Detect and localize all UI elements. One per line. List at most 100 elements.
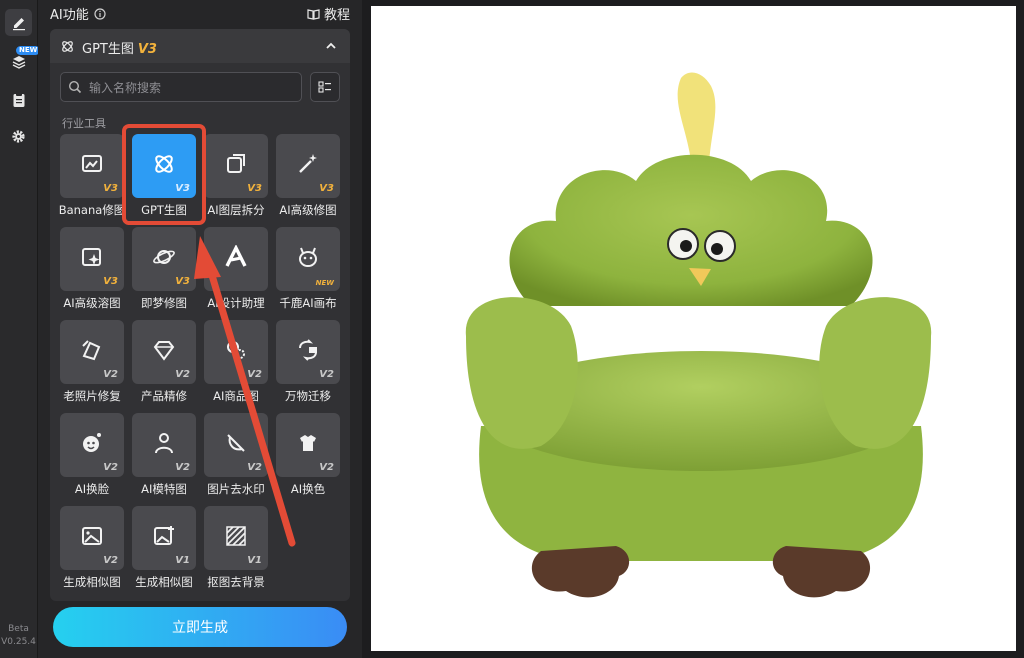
tool-version-badge: V2	[103, 555, 118, 566]
info-icon[interactable]	[94, 7, 106, 20]
tool-tile[interactable]: V2 AI换脸	[60, 413, 132, 505]
tool-label: 千鹿AI画布	[279, 296, 337, 310]
deer-icon	[299, 247, 317, 267]
settings-button[interactable]	[5, 123, 32, 150]
image-sparkle-icon	[82, 248, 101, 266]
chevron-up-icon[interactable]	[326, 42, 336, 49]
ai-function-panel: AI功能 教程 GPT生图V3 行业工具 V3Banana修图V3GPT生图V3…	[38, 0, 362, 658]
tool-icon-box[interactable]: V3	[204, 134, 268, 198]
tool-tile[interactable]: V3 AI高级修图	[276, 134, 348, 226]
layers-icon	[12, 55, 25, 69]
diamond-icon	[153, 341, 175, 361]
tool-label: AI图层拆分	[207, 203, 265, 217]
similar-image-icon	[82, 527, 102, 545]
tool-label: 生成相似图	[135, 575, 193, 589]
tool-tile[interactable]: V2 生成相似图	[60, 506, 132, 598]
tool-tile[interactable]: V2 AI商品图	[204, 320, 276, 412]
tool-label: AI设计助理	[207, 296, 265, 310]
panel-header: AI功能	[50, 4, 106, 23]
tool-icon-box[interactable]: V2	[60, 506, 124, 570]
tool-icon-box[interactable]: V1	[132, 506, 196, 570]
tool-tile[interactable]: V3 AI高级溶图	[60, 227, 132, 319]
list-icon	[318, 81, 331, 93]
tool-version-badge: V2	[247, 369, 262, 380]
tool-icon-box[interactable]: NEW	[276, 227, 340, 291]
remove-bg-icon	[226, 526, 246, 546]
tool-version-badge: V2	[175, 369, 190, 380]
tool-icon-box[interactable]: V2	[60, 413, 124, 477]
image-canvas[interactable]	[371, 6, 1016, 651]
pencil-icon	[12, 17, 25, 30]
section-header[interactable]: GPT生图 V3	[50, 29, 350, 63]
tool-icon-box[interactable]: V2	[132, 413, 196, 477]
tool-tile[interactable]: V3 即梦修图	[132, 227, 204, 319]
tool-version-badge: V2	[103, 462, 118, 473]
book-icon	[307, 8, 320, 20]
tool-icon-box[interactable]: V2	[132, 320, 196, 384]
layer-split-icon	[227, 154, 245, 173]
tool-icon-box[interactable]	[204, 227, 268, 291]
tool-tile[interactable]: V2 图片去水印	[204, 413, 276, 505]
face-swap-icon	[83, 433, 101, 452]
tool-label: AI商品图	[213, 389, 259, 403]
tool-label: AI高级修图	[279, 203, 337, 217]
similar-image-plus-icon	[154, 526, 174, 545]
tool-tile[interactable]: V1 生成相似图	[132, 506, 204, 598]
tool-version-badge: V1	[247, 555, 262, 566]
tool-tile[interactable]: NEW 千鹿AI画布	[276, 227, 348, 319]
version-label: V0.25.4	[1, 637, 36, 647]
tool-label: AI换色	[290, 482, 326, 496]
tool-label: 万物迁移	[285, 389, 331, 403]
tool-label: 图片去水印	[207, 482, 265, 496]
planet-icon	[153, 250, 175, 264]
notes-button[interactable]	[5, 86, 32, 113]
tool-icon-box[interactable]: V3	[60, 227, 124, 291]
panel-title: AI功能	[50, 8, 89, 23]
tool-tile[interactable]: V2 AI模特图	[132, 413, 204, 505]
tool-icon-box[interactable]: V2	[276, 320, 340, 384]
tool-label: AI模特图	[141, 482, 187, 496]
tool-tile[interactable]: V2 产品精修	[132, 320, 204, 412]
tool-version-badge: V2	[247, 462, 262, 473]
tool-icon-box[interactable]: V2	[60, 320, 124, 384]
tool-icon-box[interactable]: V3	[132, 227, 196, 291]
photo-restore-icon	[82, 340, 101, 361]
tool-version-badge: V3	[319, 183, 334, 194]
edit-tool-button[interactable]	[5, 9, 32, 36]
selection-highlight	[122, 124, 206, 225]
green-chair-image	[465, 72, 932, 598]
tool-icon-box[interactable]: V3	[276, 134, 340, 198]
letter-a-icon	[225, 245, 247, 267]
transfer-icon	[299, 339, 317, 361]
tool-tile[interactable]: V2 老照片修复	[60, 320, 132, 412]
tool-version-badge: V1	[175, 555, 190, 566]
tool-tile[interactable]: V2 AI换色	[276, 413, 348, 505]
tool-label: 产品精修	[141, 389, 187, 403]
search-input[interactable]	[87, 77, 296, 99]
tool-version-badge: V2	[319, 369, 334, 380]
magic-wand-icon	[299, 154, 317, 173]
tool-tile[interactable]: V3 AI图层拆分	[204, 134, 276, 226]
tool-tile[interactable]: V1 抠图去背景	[204, 506, 276, 598]
tool-label: 即梦修图	[141, 296, 187, 310]
gear-icon	[12, 130, 25, 143]
product-gear-icon	[227, 341, 245, 359]
tool-tile[interactable]: V2 万物迁移	[276, 320, 348, 412]
section-title: GPT生图	[82, 42, 134, 57]
shirt-color-icon	[300, 435, 316, 451]
tool-icon-box[interactable]: V1	[204, 506, 268, 570]
list-view-button[interactable]	[310, 72, 340, 102]
tool-icon-box[interactable]: V3	[60, 134, 124, 198]
tool-icon-box[interactable]: V2	[276, 413, 340, 477]
tool-label: AI高级溶图	[63, 296, 121, 310]
tool-icon-box[interactable]: V2	[204, 320, 268, 384]
gpt-section: GPT生图V3 行业工具 V3Banana修图V3GPT生图V3AI图层拆分V3…	[50, 29, 350, 601]
tool-tile[interactable]: AI设计助理	[204, 227, 276, 319]
tool-icon-box[interactable]: V2	[204, 413, 268, 477]
clipboard-icon	[13, 92, 24, 107]
tool-label: 抠图去背景	[207, 575, 265, 589]
tutorial-link[interactable]: 教程	[307, 4, 350, 23]
search-icon	[68, 80, 82, 94]
tool-label: 老照片修复	[63, 389, 121, 403]
generate-button[interactable]: 立即生成	[53, 607, 347, 647]
